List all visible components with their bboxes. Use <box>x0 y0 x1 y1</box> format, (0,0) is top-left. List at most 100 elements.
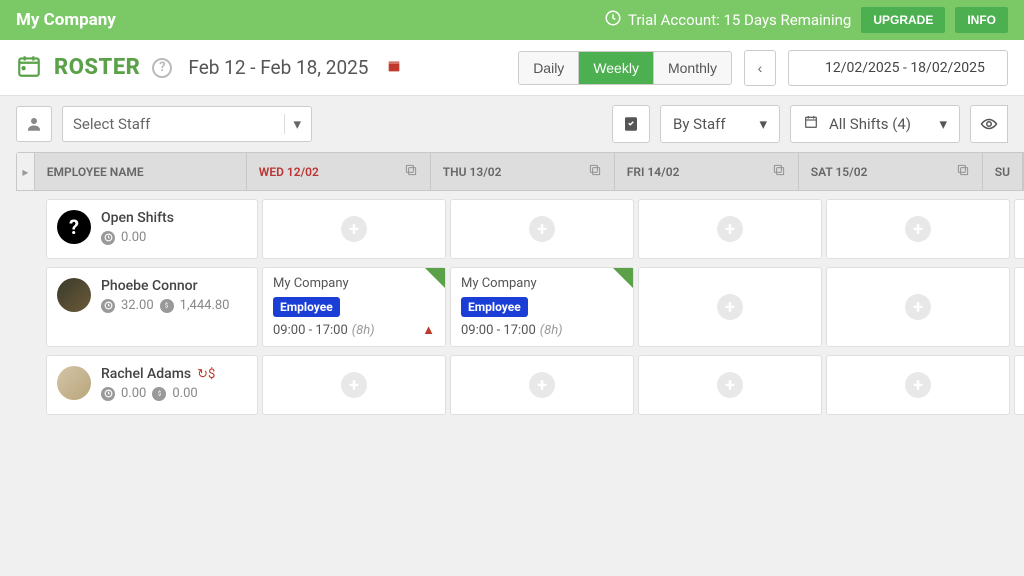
day-cell[interactable]: My Company Employee 09:00 - 17:00 (8h) ▲ <box>262 267 446 347</box>
copy-icon[interactable] <box>772 163 786 180</box>
employee-name: Phoebe Connor <box>101 278 229 294</box>
avatar <box>57 366 91 400</box>
shift-times: 09:00 - 17:00 <box>273 323 348 338</box>
shift-location: My Company <box>273 276 349 291</box>
page-title: ROSTER <box>54 55 140 80</box>
day-cell[interactable]: + <box>262 355 446 415</box>
checklist-icon-button[interactable] <box>612 105 650 143</box>
day-cell[interactable]: + <box>638 355 822 415</box>
open-shifts-cell[interactable]: ? Open Shifts 0.00 <box>46 199 258 259</box>
dollar-icon: $ <box>152 387 166 401</box>
staff-icon-button[interactable] <box>16 106 52 142</box>
calendar-small-icon <box>803 114 819 134</box>
staff-select[interactable]: Select Staff ▾ <box>62 106 312 142</box>
question-icon: ? <box>57 210 91 244</box>
day-cell[interactable]: + <box>638 267 822 347</box>
col-sun[interactable]: SU <box>983 153 1023 190</box>
view-daily[interactable]: Daily <box>519 52 579 84</box>
open-hours: 0.00 <box>121 230 146 245</box>
staff-placeholder: Select Staff <box>73 115 150 133</box>
col-employee-name: EMPLOYEE NAME <box>35 153 247 190</box>
shift-location: My Company <box>461 276 537 291</box>
shift-role-badge: Employee <box>273 297 340 317</box>
employee-name: Rachel Adams <box>101 366 191 382</box>
roster-icon <box>16 53 42 83</box>
add-shift-button[interactable]: + <box>341 372 367 398</box>
copy-icon[interactable] <box>588 163 602 180</box>
col-fri[interactable]: FRI 14/02 <box>615 153 799 190</box>
day-cell[interactable]: + <box>262 199 446 259</box>
warning-icon[interactable]: ▲ <box>422 322 435 338</box>
employee-cell[interactable]: Rachel Adams ↻$ 0.00 $ 0.00 <box>46 355 258 415</box>
employee-hours: 32.00 <box>121 298 154 313</box>
dollar-icon: $ <box>160 299 174 313</box>
col-sat[interactable]: SAT 15/02 <box>799 153 983 190</box>
trial-text: Trial Account: 15 Days Remaining <box>628 11 851 29</box>
day-cell[interactable]: My Company Employee 09:00 - 17:00 (8h) <box>450 267 634 347</box>
trial-status: Trial Account: 15 Days Remaining <box>604 9 851 31</box>
chevron-down-icon: ▾ <box>939 115 947 133</box>
employee-cell[interactable]: Phoebe Connor 32.00 $ 1,444.80 <box>46 267 258 347</box>
svg-text:$: $ <box>158 390 162 397</box>
chevron-down-icon: ▾ <box>759 115 767 133</box>
expand-toggle[interactable]: ▸ <box>17 153 35 190</box>
date-range-label: Feb 12 - Feb 18, 2025 <box>188 56 368 79</box>
copy-icon[interactable] <box>956 163 970 180</box>
shift-card[interactable]: My Company Employee 09:00 - 17:00 (8h) ▲ <box>263 268 445 346</box>
visibility-icon-button[interactable] <box>970 105 1008 143</box>
day-cell[interactable]: + <box>826 355 1010 415</box>
view-toggle: Daily Weekly Monthly <box>518 51 732 85</box>
clock-small-icon <box>101 299 115 313</box>
shift-times: 09:00 - 17:00 <box>461 323 536 338</box>
shift-duration: (8h) <box>352 323 375 338</box>
shifts-filter-label: All Shifts (4) <box>829 115 911 133</box>
add-shift-button[interactable]: + <box>717 294 743 320</box>
by-staff-dropdown[interactable]: By Staff ▾ <box>660 105 780 143</box>
shift-corner-icon <box>613 268 633 288</box>
copy-icon[interactable] <box>404 163 418 180</box>
day-cell[interactable]: + <box>638 199 822 259</box>
svg-text:$: $ <box>165 302 169 309</box>
day-cell[interactable]: + <box>450 199 634 259</box>
add-shift-button[interactable]: + <box>529 216 555 242</box>
day-cell[interactable] <box>1014 355 1024 415</box>
col-thu[interactable]: THU 13/02 <box>431 153 615 190</box>
shift-duration: (8h) <box>540 323 563 338</box>
add-shift-button[interactable]: + <box>341 216 367 242</box>
prev-week-button[interactable]: ‹ <box>744 50 776 86</box>
view-monthly[interactable]: Monthly <box>654 52 731 84</box>
clock-icon <box>604 9 622 31</box>
info-button[interactable]: INFO <box>955 7 1008 33</box>
clock-small-icon <box>101 231 115 245</box>
upgrade-button[interactable]: UPGRADE <box>861 7 945 33</box>
calendar-icon[interactable] <box>386 58 402 78</box>
add-shift-button[interactable]: + <box>529 372 555 398</box>
add-shift-button[interactable]: + <box>905 216 931 242</box>
company-name: My Company <box>16 10 116 30</box>
by-staff-label: By Staff <box>673 115 726 133</box>
date-picker[interactable]: 12/02/2025 - 18/02/2025 <box>788 50 1008 86</box>
col-wed[interactable]: WED 12/02 <box>247 153 431 190</box>
add-shift-button[interactable]: + <box>905 294 931 320</box>
add-shift-button[interactable]: + <box>717 372 743 398</box>
sync-dollar-icon[interactable]: ↻$ <box>197 367 215 382</box>
table-row: Rachel Adams ↻$ 0.00 $ 0.00 + + + + <box>16 355 1024 415</box>
view-weekly[interactable]: Weekly <box>579 52 654 84</box>
shifts-filter-dropdown[interactable]: All Shifts (4) ▾ <box>790 105 960 143</box>
employee-cost: 1,444.80 <box>180 298 230 313</box>
day-cell[interactable]: + <box>450 355 634 415</box>
open-shifts-label: Open Shifts <box>101 210 174 226</box>
shift-corner-icon <box>425 268 445 288</box>
add-shift-button[interactable]: + <box>717 216 743 242</box>
day-cell[interactable]: + <box>826 267 1010 347</box>
day-cell[interactable]: + <box>826 199 1010 259</box>
add-shift-button[interactable]: + <box>905 372 931 398</box>
table-row: ? Open Shifts 0.00 + + + + <box>16 199 1024 259</box>
shift-card[interactable]: My Company Employee 09:00 - 17:00 (8h) <box>451 268 633 346</box>
day-cell[interactable] <box>1014 267 1024 347</box>
day-cell[interactable] <box>1014 199 1024 259</box>
chevron-down-icon: ▾ <box>293 115 301 133</box>
table-row: Phoebe Connor 32.00 $ 1,444.80 My Compan… <box>16 267 1024 347</box>
help-icon[interactable]: ? <box>152 58 172 78</box>
shift-role-badge: Employee <box>461 297 528 317</box>
